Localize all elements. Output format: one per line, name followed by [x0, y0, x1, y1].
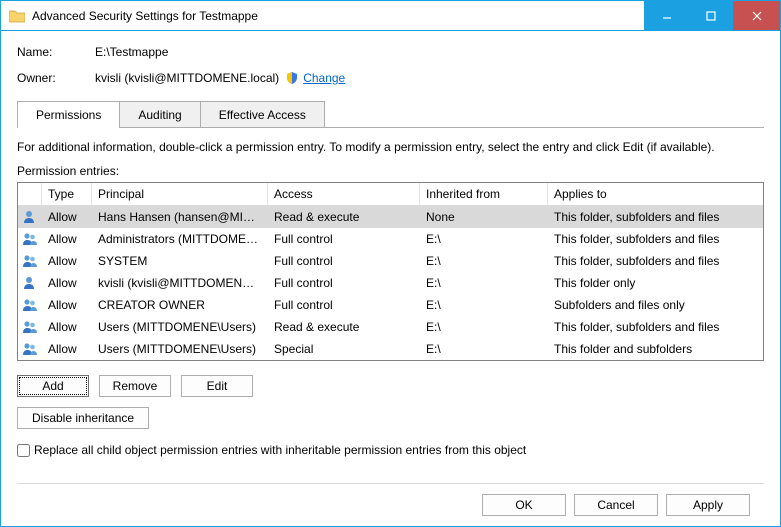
- cell-applies: This folder and subfolders: [548, 340, 763, 358]
- table-row[interactable]: AllowUsers (MITTDOMENE\Users)SpecialE:\T…: [18, 338, 763, 360]
- tab-effective-access[interactable]: Effective Access: [200, 101, 325, 128]
- col-inherited[interactable]: Inherited from: [420, 183, 548, 205]
- entry-buttons: Add Remove Edit: [17, 375, 764, 397]
- users-icon: [22, 298, 38, 312]
- permission-entries-label: Permission entries:: [17, 164, 764, 178]
- cell-access: Full control: [268, 274, 420, 292]
- cell-access: Full control: [268, 296, 420, 314]
- table-row[interactable]: AllowAdministrators (MITTDOMEN...Full co…: [18, 228, 763, 250]
- user-icon: [22, 276, 38, 290]
- replace-checkbox-label: Replace all child object permission entr…: [34, 443, 526, 457]
- add-button[interactable]: Add: [17, 375, 89, 397]
- security-settings-window: Advanced Security Settings for Testmappe…: [0, 0, 781, 527]
- table-row[interactable]: AllowCREATOR OWNERFull controlE:\Subfold…: [18, 294, 763, 316]
- table-row[interactable]: AllowSYSTEMFull controlE:\This folder, s…: [18, 250, 763, 272]
- remove-button[interactable]: Remove: [99, 375, 171, 397]
- cell-inherited: E:\: [420, 296, 548, 314]
- owner-row: Owner: kvisli (kvisli@MITTDOMENE.local) …: [17, 71, 764, 85]
- cell-principal: SYSTEM: [92, 252, 268, 270]
- users-icon: [22, 320, 38, 334]
- cell-type: Allow: [42, 318, 92, 336]
- tab-underline: [17, 127, 764, 128]
- table-row[interactable]: AllowUsers (MITTDOMENE\Users)Read & exec…: [18, 316, 763, 338]
- col-principal[interactable]: Principal: [92, 183, 268, 205]
- col-type[interactable]: Type: [42, 183, 92, 205]
- cell-type: Allow: [42, 230, 92, 248]
- folder-icon: [9, 9, 25, 23]
- cell-applies: This folder, subfolders and files: [548, 230, 763, 248]
- close-button[interactable]: [732, 1, 780, 30]
- name-label: Name:: [17, 45, 95, 59]
- cell-applies: This folder, subfolders and files: [548, 252, 763, 270]
- maximize-button[interactable]: [688, 1, 732, 30]
- cell-type: Allow: [42, 252, 92, 270]
- tabs: Permissions Auditing Effective Access: [17, 101, 764, 128]
- owner-value: kvisli (kvisli@MITTDOMENE.local): [95, 71, 279, 85]
- ok-button[interactable]: OK: [482, 494, 566, 516]
- permissions-table: Type Principal Access Inherited from App…: [17, 182, 764, 361]
- cell-applies: Subfolders and files only: [548, 296, 763, 314]
- shield-icon: [285, 71, 299, 85]
- minimize-button[interactable]: [644, 1, 688, 30]
- users-icon: [22, 232, 38, 246]
- col-access[interactable]: Access: [268, 183, 420, 205]
- tab-auditing[interactable]: Auditing: [119, 101, 200, 128]
- cell-principal: Hans Hansen (hansen@MITT...: [92, 208, 268, 226]
- cell-applies: This folder only: [548, 274, 763, 292]
- cell-principal: Administrators (MITTDOMEN...: [92, 230, 268, 248]
- table-row[interactable]: Allowkvisli (kvisli@MITTDOMENE.l...Full …: [18, 272, 763, 294]
- users-icon: [22, 254, 38, 268]
- cancel-button[interactable]: Cancel: [574, 494, 658, 516]
- dialog-footer: OK Cancel Apply: [17, 483, 764, 526]
- cell-inherited: E:\: [420, 252, 548, 270]
- user-icon: [22, 210, 38, 224]
- users-icon: [22, 342, 38, 356]
- table-body: AllowHans Hansen (hansen@MITT...Read & e…: [18, 206, 763, 360]
- cell-access: Special: [268, 340, 420, 358]
- cell-principal: kvisli (kvisli@MITTDOMENE.l...: [92, 274, 268, 292]
- info-text: For additional information, double-click…: [17, 140, 764, 154]
- cell-applies: This folder, subfolders and files: [548, 318, 763, 336]
- cell-type: Allow: [42, 340, 92, 358]
- window-controls: [644, 1, 780, 30]
- cell-inherited: E:\: [420, 340, 548, 358]
- cell-type: Allow: [42, 274, 92, 292]
- edit-button[interactable]: Edit: [181, 375, 253, 397]
- table-row[interactable]: AllowHans Hansen (hansen@MITT...Read & e…: [18, 206, 763, 228]
- cell-inherited: None: [420, 208, 548, 226]
- disable-inheritance-button[interactable]: Disable inheritance: [17, 407, 149, 429]
- cell-access: Full control: [268, 230, 420, 248]
- cell-type: Allow: [42, 208, 92, 226]
- cell-inherited: E:\: [420, 274, 548, 292]
- apply-button[interactable]: Apply: [666, 494, 750, 516]
- content-area: Name: E:\Testmappe Owner: kvisli (kvisli…: [1, 31, 780, 526]
- owner-label: Owner:: [17, 71, 95, 85]
- name-row: Name: E:\Testmappe: [17, 45, 764, 59]
- cell-principal: CREATOR OWNER: [92, 296, 268, 314]
- col-applies[interactable]: Applies to: [548, 183, 763, 205]
- cell-access: Full control: [268, 252, 420, 270]
- cell-principal: Users (MITTDOMENE\Users): [92, 340, 268, 358]
- cell-principal: Users (MITTDOMENE\Users): [92, 318, 268, 336]
- name-value: E:\Testmappe: [95, 45, 168, 59]
- replace-checkbox[interactable]: [17, 444, 30, 457]
- cell-inherited: E:\: [420, 318, 548, 336]
- tab-permissions[interactable]: Permissions: [17, 101, 120, 128]
- cell-access: Read & execute: [268, 208, 420, 226]
- table-header: Type Principal Access Inherited from App…: [18, 183, 763, 206]
- cell-applies: This folder, subfolders and files: [548, 208, 763, 226]
- col-icon[interactable]: [18, 183, 42, 205]
- titlebar: Advanced Security Settings for Testmappe: [1, 1, 780, 31]
- cell-type: Allow: [42, 296, 92, 314]
- cell-access: Read & execute: [268, 318, 420, 336]
- cell-inherited: E:\: [420, 230, 548, 248]
- replace-checkbox-row: Replace all child object permission entr…: [17, 443, 764, 457]
- change-owner-link[interactable]: Change: [303, 71, 345, 85]
- window-title: Advanced Security Settings for Testmappe: [32, 9, 644, 23]
